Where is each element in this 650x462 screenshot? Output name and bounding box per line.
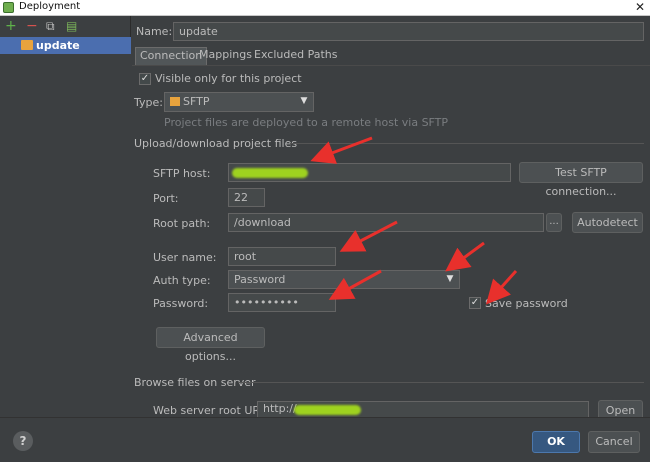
password-label: Password: [153,297,209,310]
save-password-checkbox[interactable]: ✓ [469,297,481,309]
server-list-item-label: update [36,39,80,52]
port-label: Port: [153,192,179,205]
window-title-bar: Deployment ✕ [0,0,650,16]
sftp-icon [170,97,180,106]
window-title: Deployment [19,1,81,12]
user-name-field[interactable]: root [228,247,336,266]
annotation-arrow [485,269,518,305]
dialog-button-bar: ? OK Cancel [0,417,650,462]
add-server-icon[interactable]: + [5,19,17,33]
test-sftp-button[interactable]: Test SFTP connection... [519,162,643,198]
upload-section-title: Upload/download project files [134,137,298,150]
redacted-url [294,405,361,415]
visible-only-checkbox[interactable]: ✓ [139,73,151,85]
help-icon[interactable]: ? [13,431,33,451]
redacted-host [232,168,308,178]
server-list-panel: + − ⧉ ▤ update [0,16,131,417]
close-window-button[interactable]: ✕ [635,0,645,14]
root-path-label: Root path: [153,217,211,230]
upload-section-separator [290,143,644,144]
type-select[interactable]: SFTP ▼ [164,92,314,112]
advanced-options-button[interactable]: Advanced options... [156,327,265,363]
sftp-server-icon [21,40,33,50]
type-label: Type: [134,96,163,109]
port-field[interactable]: 22 [228,188,265,207]
auth-type-value: Password [234,273,286,286]
autodetect-button[interactable]: Autodetect [572,212,643,233]
tab-mappings[interactable]: Mappings [195,47,256,65]
cancel-button[interactable]: Cancel [588,431,640,453]
server-list-item[interactable]: update [0,37,131,54]
chevron-down-icon: ▼ [300,96,308,106]
root-path-field[interactable]: /download [228,213,544,232]
chevron-down-icon: ▼ [446,274,454,284]
tab-excluded-paths[interactable]: Excluded Paths [250,47,341,65]
save-password-label: Save password [485,297,568,310]
sftp-host-label: SFTP host: [153,167,211,180]
server-list: update [0,37,131,417]
password-field[interactable]: •••••••••• [228,293,336,312]
name-label: Name: [136,25,173,38]
annotation-arrow [445,241,485,272]
visible-only-label: Visible only for this project [155,72,302,85]
user-name-label: User name: [153,251,217,264]
type-select-value: SFTP [183,95,210,108]
open-button[interactable]: Open [598,400,643,417]
web-root-label: Web server root URL: [153,404,270,417]
type-hint: Project files are deployed to a remote h… [164,116,449,129]
browse-section-separator [238,382,644,383]
auth-type-select[interactable]: Password ▼ [228,270,460,289]
copy-server-icon[interactable]: ⧉ [46,19,55,33]
browse-root-path-button[interactable]: ... [546,213,562,232]
app-icon [3,2,14,13]
set-default-icon[interactable]: ▤ [66,19,77,33]
remove-server-icon[interactable]: − [26,19,38,33]
auth-type-label: Auth type: [153,274,211,287]
tab-divider [132,65,650,66]
ok-button[interactable]: OK [532,431,580,453]
annotation-arrow [310,136,373,164]
name-field[interactable]: update [173,22,644,41]
